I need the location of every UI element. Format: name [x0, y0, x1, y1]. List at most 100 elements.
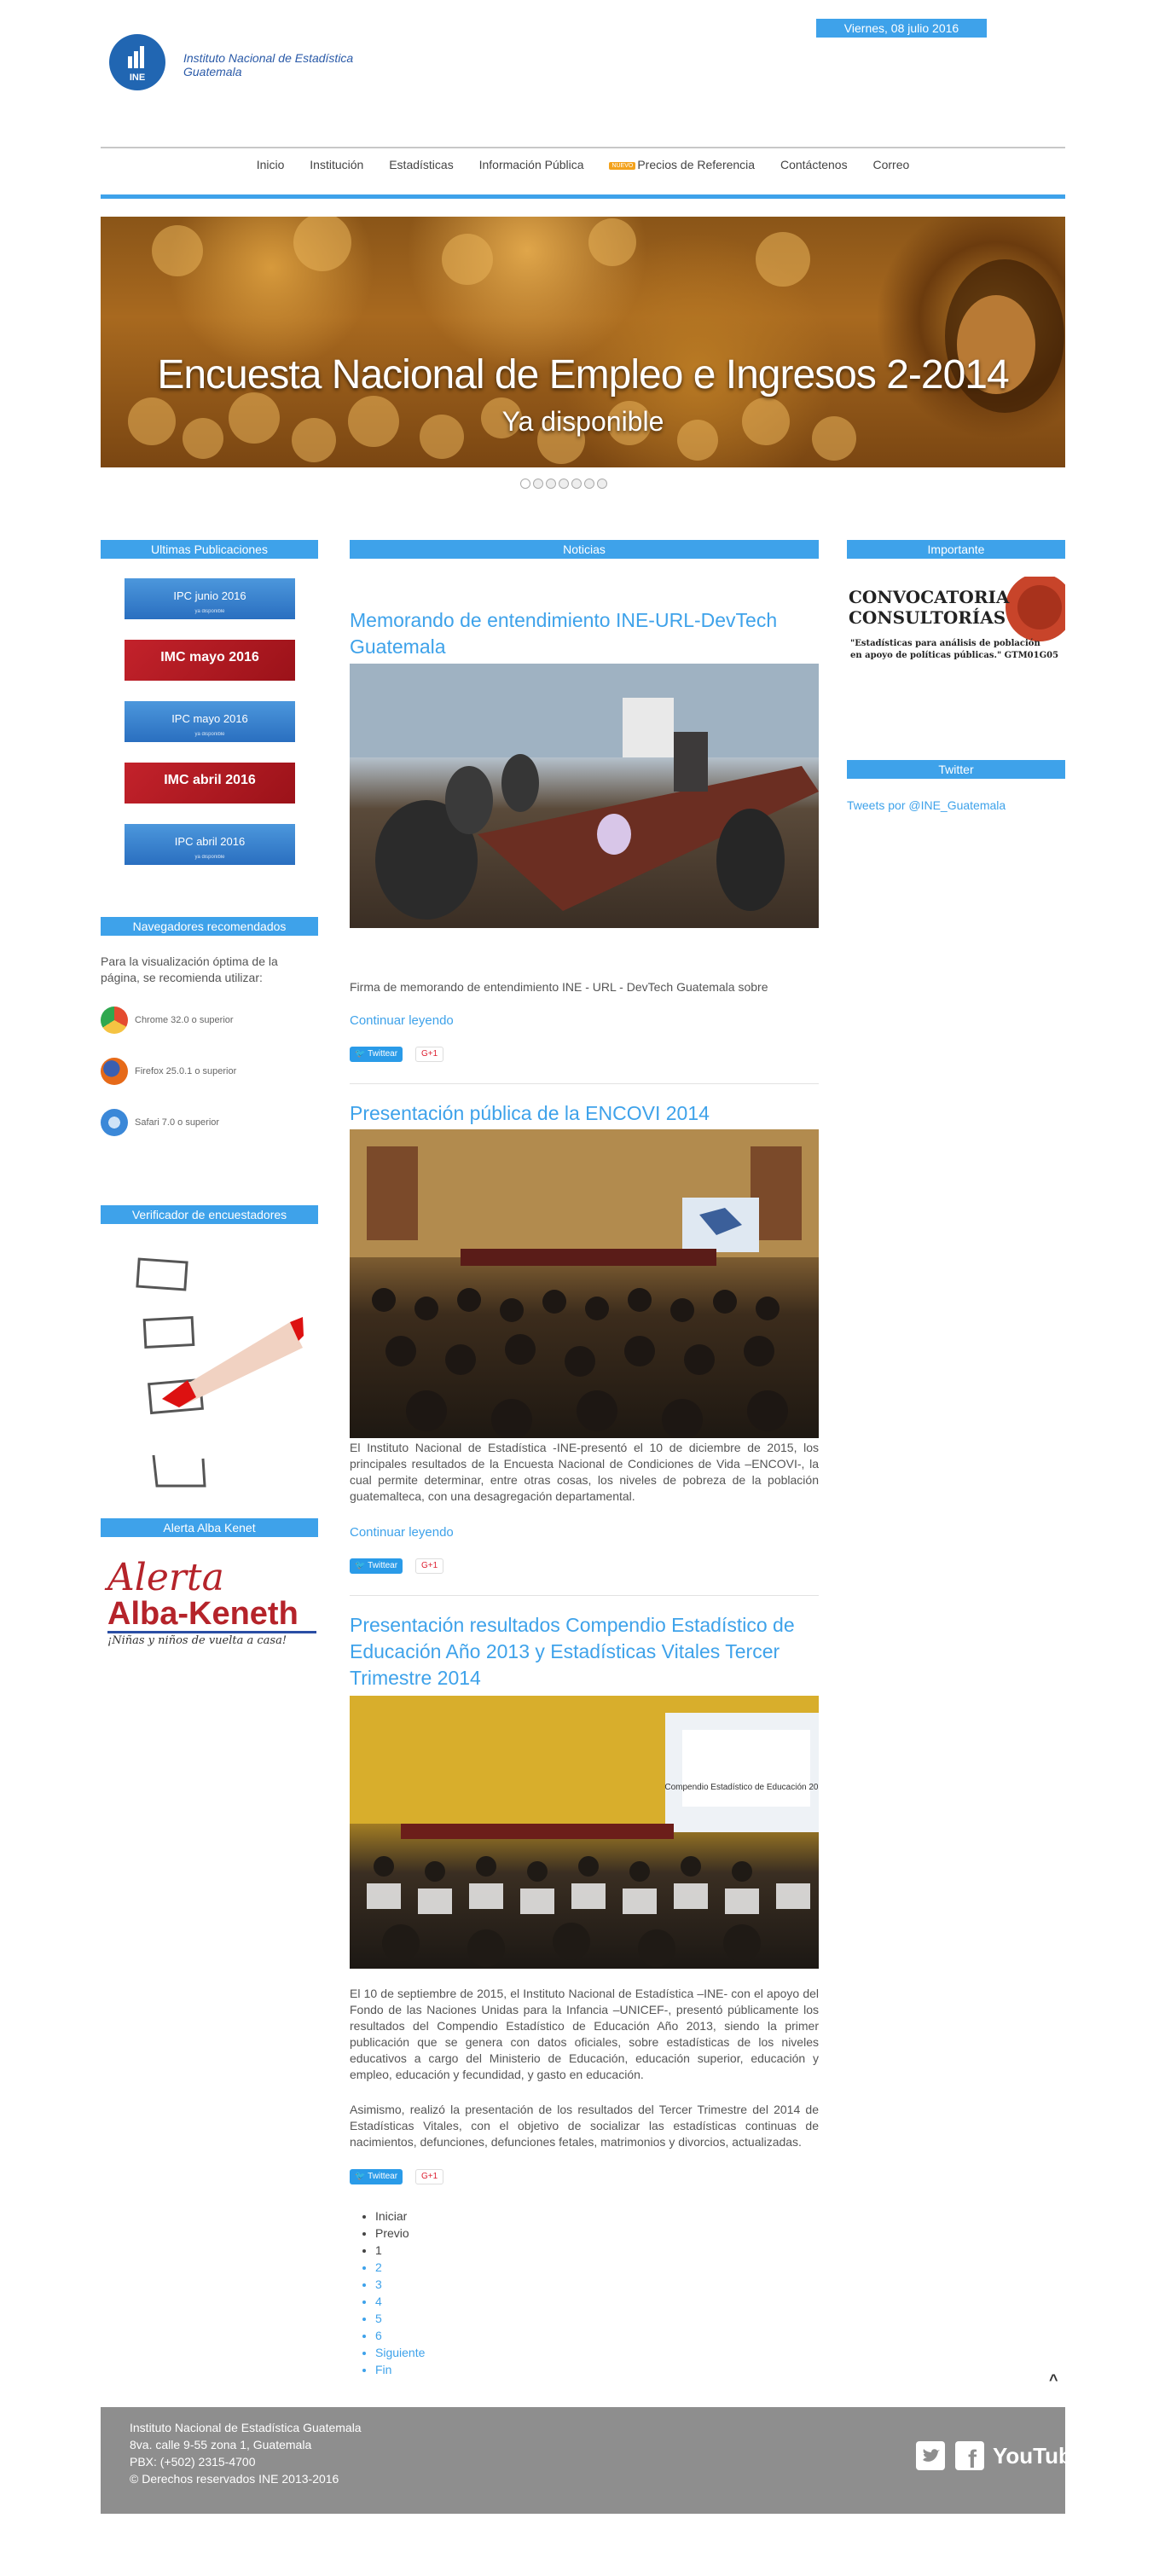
browser-label: Chrome 32.0 o superior	[135, 1014, 234, 1025]
twitter-social-icon[interactable]	[916, 2441, 945, 2470]
youtube-social-icon[interactable]: YouTube	[993, 2443, 1084, 2469]
publication-label: IPC abril 2016	[174, 835, 246, 848]
footer-contact: Instituto Nacional de Estadística Guatem…	[130, 2419, 362, 2487]
tweet-button-2[interactable]: 🐦 Twittear	[350, 1558, 403, 1574]
publication-ipc-junio-2016[interactable]: IPC junio 2016 ya disponible	[125, 578, 295, 619]
page-2[interactable]: 2	[375, 2259, 425, 2276]
gplus-button-3[interactable]: G+1	[415, 2169, 444, 2184]
facebook-icon: f	[955, 2441, 984, 2474]
twitter-icon	[916, 2441, 945, 2470]
org-name: Instituto Nacional de Estadística Guatem…	[183, 51, 353, 78]
post-image-compendio[interactable]: Compendio Estadístico de Educación 2013	[350, 1696, 828, 1969]
post-image-encovi[interactable]	[350, 1129, 819, 1440]
slider-dot-3[interactable]	[546, 479, 556, 489]
nav-inicio[interactable]: Inicio	[257, 158, 285, 171]
pagination: Iniciar Previo 1 2 3 4 5 6 Siguiente Fin	[375, 2208, 425, 2378]
back-to-top-button[interactable]: ^	[1049, 2371, 1058, 2389]
tweet-button-3[interactable]: 🐦 Twittear	[350, 2169, 403, 2184]
auditorium-photo	[350, 1129, 819, 1440]
post-excerpt-3: El 10 de septiembre de 2015, el Institut…	[350, 1987, 819, 2081]
page-3[interactable]: 3	[375, 2276, 425, 2293]
page-1-current: 1	[375, 2243, 382, 2257]
nav-precios-referencia[interactable]: NUEVO Precios de Referencia	[609, 158, 755, 171]
post-excerpt-2: El Instituto Nacional de Estadística -IN…	[350, 1441, 819, 1503]
alba-keneth-logo[interactable]: Alerta Alba-Keneth ¡Niñas y niños de vue…	[107, 1559, 316, 1653]
browsers-intro: Para la visualización óptima de la págin…	[101, 954, 278, 984]
browser-firefox[interactable]: Firefox 25.0.1 o superior	[101, 1058, 236, 1087]
slider-dot-6[interactable]	[584, 479, 594, 489]
publication-sublabel: ya disponible	[194, 609, 225, 614]
nav-institucion[interactable]: Institución	[310, 158, 363, 171]
org-name-line2: Guatemala	[183, 65, 242, 78]
news-header: Noticias	[350, 540, 819, 559]
facebook-social-icon[interactable]: f	[955, 2441, 984, 2474]
page-last[interactable]: Fin	[375, 2361, 425, 2378]
tweet-label: Twittear	[368, 1049, 398, 1059]
nav-estadisticas[interactable]: Estadísticas	[389, 158, 453, 171]
post-divider	[350, 1083, 819, 1084]
tweet-button-1[interactable]: 🐦 Twittear	[350, 1047, 403, 1062]
post-title-2[interactable]: Presentación pública de la ENCOVI 2014	[350, 1100, 819, 1127]
page-6[interactable]: 6	[375, 2327, 425, 2344]
browser-safari[interactable]: Safari 7.0 o superior	[101, 1109, 219, 1138]
post-title-1[interactable]: Memorando de entendimiento INE-URL-DevTe…	[350, 607, 819, 660]
gplus-button-1[interactable]: G+1	[415, 1047, 444, 1062]
page-5[interactable]: 5	[375, 2310, 425, 2327]
post-title-3[interactable]: Presentación resultados Compendio Estadí…	[350, 1612, 819, 1691]
convocatoria-banner[interactable]: CONVOCATORIA CONSULTORÍAS "Estadísticas …	[847, 577, 1065, 677]
facebook-glyph: f	[968, 2445, 977, 2470]
nav-informacion-publica[interactable]: Información Pública	[479, 158, 584, 171]
post-image-meeting[interactable]	[350, 664, 819, 928]
alert-logo-line1: Alerta	[107, 1556, 224, 1599]
page-4[interactable]: 4	[375, 2293, 425, 2310]
continue-reading-1[interactable]: Continuar leyendo	[350, 1013, 454, 1028]
slider-dot-5[interactable]	[571, 479, 582, 489]
alert-logo-line2: Alba-Keneth	[107, 1597, 316, 1633]
twitter-timeline-link[interactable]: Tweets por @INE_Guatemala	[847, 798, 1006, 812]
browser-chrome[interactable]: Chrome 32.0 o superior	[101, 1007, 234, 1036]
current-date: Viernes, 08 julio 2016	[816, 19, 987, 38]
slider-dot-7[interactable]	[597, 479, 607, 489]
nav-underline	[101, 194, 1065, 199]
banner-subtitle: Ya disponible	[501, 406, 664, 437]
safari-icon	[101, 1109, 128, 1136]
nav-precios-label: Precios de Referencia	[637, 158, 756, 171]
footer-line4: © Derechos reservados INE 2013-2016	[130, 2472, 339, 2486]
browser-label: Safari 7.0 o superior	[135, 1117, 220, 1128]
main-nav: Inicio Institución Estadísticas Informac…	[101, 158, 1065, 178]
convocatoria-line4: en apoyo de políticas públicas." GTM01G0…	[850, 651, 1059, 660]
footer: Instituto Nacional de Estadística Guatem…	[101, 2407, 1084, 2514]
nav-contactenos[interactable]: Contáctenos	[780, 158, 848, 171]
twitter-bird-icon: 🐦	[355, 1561, 368, 1570]
presentation-hall-photo: Compendio Estadístico de Educación 2013	[350, 1696, 828, 1967]
publication-ipc-abril-2016[interactable]: IPC abril 2016 ya disponible	[125, 824, 295, 865]
hero-banner[interactable]: Encuesta Nacional de Empleo e Ingresos 2…	[101, 217, 1065, 467]
nav-correo[interactable]: Correo	[872, 158, 909, 171]
important-header: Importante	[847, 540, 1065, 559]
twitter-bird-icon: 🐦	[355, 2172, 368, 2181]
publication-ipc-mayo-2016[interactable]: IPC mayo 2016 ya disponible	[125, 701, 295, 742]
publications-header: Ultimas Publicaciones	[101, 540, 318, 559]
tweet-label: Twittear	[368, 2172, 398, 2181]
slider-dot-2[interactable]	[533, 479, 543, 489]
gplus-button-2[interactable]: G+1	[415, 1558, 444, 1574]
publication-sublabel: ya disponible	[194, 855, 225, 860]
page-next[interactable]: Siguiente	[375, 2344, 425, 2361]
slider-dot-4[interactable]	[559, 479, 569, 489]
firefox-icon	[101, 1058, 128, 1085]
convocatoria-line1: CONVOCATORIA	[849, 587, 1010, 607]
publication-sublabel: ya disponible	[194, 732, 225, 737]
ine-logo[interactable]: INE	[109, 34, 165, 90]
survey-verifier-link[interactable]	[128, 1245, 307, 1488]
footer-line1: Instituto Nacional de Estadística Guatem…	[130, 2421, 362, 2434]
publication-imc-abril-2016[interactable]: IMC abril 2016	[125, 763, 295, 804]
publication-label: IPC junio 2016	[173, 589, 246, 602]
publication-label: IMC abril 2016	[164, 773, 256, 787]
slider-dot-1[interactable]	[520, 479, 530, 489]
footer-line2: 8va. calle 9-55 zona 1, Guatemala	[130, 2438, 312, 2451]
continue-reading-2[interactable]: Continuar leyendo	[350, 1525, 454, 1540]
new-badge: NUEVO	[609, 161, 636, 170]
tweet-label: Twittear	[368, 1561, 398, 1570]
twitter-header: Twitter	[847, 760, 1065, 779]
publication-imc-mayo-2016[interactable]: IMC mayo 2016	[125, 640, 295, 681]
